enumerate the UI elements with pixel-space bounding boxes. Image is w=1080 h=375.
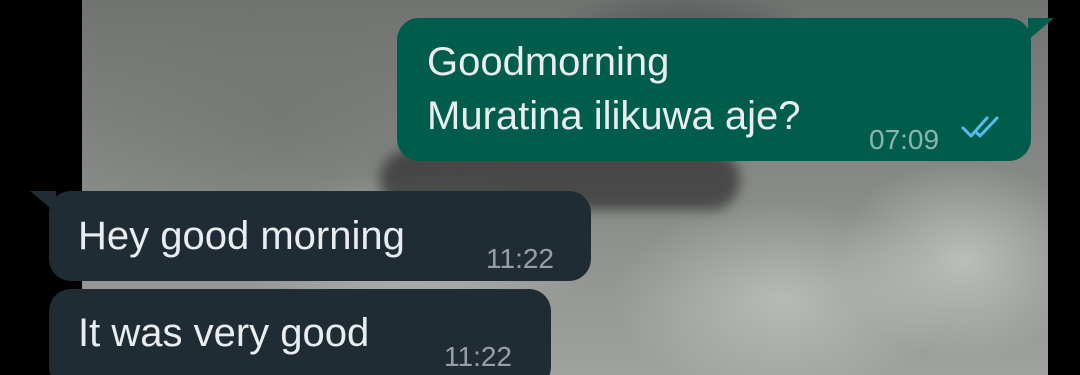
message-text-line: Goodmorning	[427, 40, 670, 84]
message-bubble-incoming[interactable]: Hey good morning 11:22	[49, 191, 591, 281]
message-text: It was very good	[78, 311, 370, 355]
message-bubble-outgoing[interactable]: Goodmorning Muratina ilikuwa aje? 07:09	[397, 18, 1031, 161]
message-bubble-incoming[interactable]: It was very good 11:22	[49, 289, 551, 375]
outgoing-bubble-tail	[1028, 18, 1054, 40]
message-text: Hey good morning	[78, 214, 405, 258]
double-check-read-icon	[961, 116, 999, 138]
message-timestamp: 07:09	[869, 124, 940, 155]
message-timestamp: 11:22	[486, 243, 554, 274]
message-timestamp: 11:22	[444, 341, 512, 372]
chat-view: Goodmorning Muratina ilikuwa aje? 07:09 …	[0, 0, 1080, 375]
message-text-line: Muratina ilikuwa aje?	[427, 94, 801, 138]
